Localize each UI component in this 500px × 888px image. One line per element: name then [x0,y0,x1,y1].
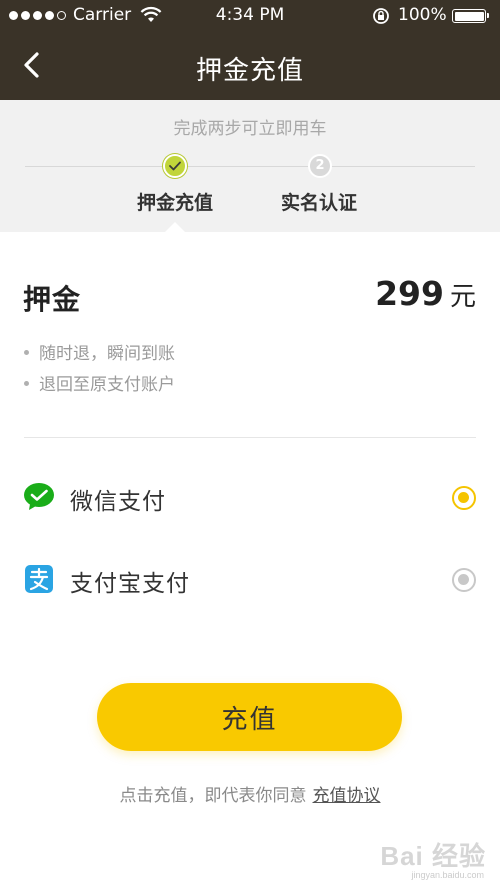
payment-label-wechat: 微信支付 [70,489,166,515]
bullet-dot [24,380,29,386]
payment-label-alipay: 支付宝支付 [70,571,190,597]
deposit-note: 随时退，瞬间到账 [24,339,175,364]
recharge-screen: Carrier 4:34 PM 100% 押金充值 完成两步可立即用车 2 押金… [0,0,500,888]
battery-icon [452,9,489,23]
baidu-watermark: Bai 经验 [380,841,486,871]
deposit-amount-value: 299 [375,274,444,313]
radio-selected[interactable] [452,486,476,510]
deposit-title: 押金 [23,283,82,316]
active-step-pointer [165,222,185,232]
step-progress: 完成两步可立即用车 2 押金充值 实名认证 [0,100,500,232]
agreement-link[interactable]: 充值协议 [313,786,381,806]
agreement-text: 点击充值，即代表你同意 [119,786,307,806]
alipay-icon [25,565,53,593]
deposit-amount-unit: 元 [449,282,476,312]
deposit-note-text: 退回至原支付账户 [39,375,175,395]
radio-unselected[interactable] [452,568,476,592]
step-2-number: 2 [308,154,332,178]
steps-track [25,166,475,167]
charge-button[interactable]: 充值 [97,683,402,751]
wechat-pay-icon [24,483,54,510]
nav-bar: 押金充值 [0,32,500,100]
divider [24,437,476,438]
agreement-notice: 点击充值，即代表你同意 充值协议 [0,781,500,806]
status-bar: Carrier 4:34 PM 100% [0,0,500,32]
deposit-note: 退回至原支付账户 [24,370,175,395]
deposit-amount: 299 元 [375,274,476,313]
bullet-dot [24,349,29,355]
rotation-lock-icon [373,8,389,24]
battery-percent: 100% [398,5,447,25]
step-done-check-icon [163,154,187,178]
payment-option-alipay[interactable]: 支付宝支付 [0,550,500,610]
page-title: 押金充值 [195,56,304,86]
step-label-verify: 实名认证 [280,192,357,214]
step-label-deposit: 押金充值 [136,192,213,214]
steps-hint: 完成两步可立即用车 [173,119,327,139]
payment-option-wechat[interactable]: 微信支付 [0,468,500,528]
baidu-watermark-url: jingyan.baidu.com [411,870,484,880]
deposit-note-text: 随时退，瞬间到账 [39,344,175,364]
top-bar: Carrier 4:34 PM 100% 押金充值 [0,0,500,100]
